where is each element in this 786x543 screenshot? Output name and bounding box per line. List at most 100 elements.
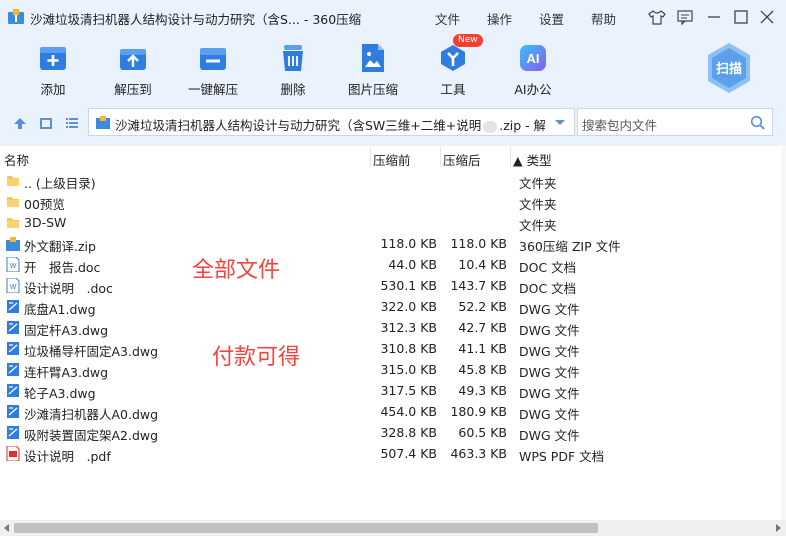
file-size-after: 143.7 KB [450, 278, 507, 293]
file-type: DWG 文件 [519, 428, 580, 443]
list-item[interactable]: 3D-SW 文件夹 [0, 212, 786, 233]
one-click-extract-button[interactable]: 一键解压 [175, 40, 251, 98]
search-icon[interactable] [750, 115, 765, 130]
column-type[interactable]: ▲ 类型 [513, 150, 552, 169]
delete-button[interactable]: 删除 [255, 40, 331, 98]
list-item[interactable]: 连杆臂A3.dwg 315.0 KB 45.8 KB DWG 文件 [0, 359, 786, 380]
list-item[interactable]: 外文翻译.zip 118.0 KB 118.0 KB 360压缩 ZIP 文件 [0, 233, 786, 254]
file-name: 底盘A1.dwg [24, 302, 96, 317]
pdf-icon [6, 446, 20, 461]
scroll-right-icon[interactable] [776, 524, 781, 532]
image-compress-button[interactable]: 图片压缩 [335, 40, 411, 98]
file-size-before: 44.0 KB [388, 257, 437, 272]
file-name: 外文翻译.zip [24, 239, 96, 254]
dwg-icon [7, 405, 19, 418]
add-button[interactable]: 添加 [15, 40, 91, 98]
search-box[interactable]: 搜索包内文件 [577, 108, 773, 136]
file-size-after: 180.9 KB [450, 404, 507, 419]
thumbnail-view-icon[interactable] [39, 117, 53, 130]
list-item[interactable]: 垃圾桶导杆固定A3.dwg 310.8 KB 41.1 KB DWG 文件 [0, 338, 786, 359]
chevron-down-icon[interactable] [554, 116, 566, 128]
file-name: 轮子A3.dwg [24, 386, 96, 401]
tools-button[interactable]: New 工具 [415, 34, 491, 98]
ai-glyph: AI [527, 51, 540, 66]
list-item[interactable]: W 设计说明 .doc 530.1 KB 143.7 KB DOC 文档 [0, 275, 786, 296]
folder-icon [7, 176, 19, 186]
skin-icon[interactable] [648, 8, 666, 26]
title-bar: 沙滩垃圾清扫机器人结构设计与动力研究（含S... - 360压缩 文件 操作 设… [0, 0, 786, 34]
trash-icon [283, 45, 303, 71]
search-input[interactable]: 搜索包内文件 [582, 115, 657, 134]
column-divider[interactable] [440, 147, 441, 167]
file-type: DWG 文件 [519, 386, 580, 401]
column-header: 名称 压缩前 压缩后 ▲ 类型 [0, 147, 786, 169]
file-name: .. (上级目录) [24, 176, 96, 191]
list-view-icon[interactable] [65, 117, 79, 130]
menu-settings[interactable]: 设置 [539, 9, 564, 28]
menu-operate[interactable]: 操作 [487, 9, 512, 28]
list-item[interactable]: 轮子A3.dwg 317.5 KB 49.3 KB DWG 文件 [0, 380, 786, 401]
vertical-scrollbar[interactable] [781, 147, 786, 520]
column-divider[interactable] [510, 147, 511, 167]
file-name: 00预览 [24, 197, 65, 212]
list-item[interactable]: 沙滩清扫机器人A0.dwg 454.0 KB 180.9 KB DWG 文件 [0, 401, 786, 422]
scrollbar-thumb[interactable] [14, 523, 598, 533]
add-icon [40, 47, 66, 70]
extract-to-button[interactable]: 解压到 [95, 40, 171, 98]
blur-mask [483, 120, 498, 133]
file-name: 吸附装置固定架A2.dwg [24, 428, 159, 443]
menu-help[interactable]: 帮助 [591, 9, 616, 28]
file-size-after: 10.4 KB [458, 257, 507, 272]
address-bar[interactable]: 沙滩垃圾清扫机器人结构设计与动力研究（含SW三维+二维+说明.zip - 解V [88, 108, 575, 136]
column-divider[interactable] [370, 147, 371, 167]
column-name[interactable]: 名称 [4, 150, 29, 169]
list-item[interactable]: W 开 报告.doc 44.0 KB 10.4 KB DOC 文档 [0, 254, 786, 275]
file-type: DWG 文件 [519, 344, 580, 359]
list-item[interactable]: 设计说明 .pdf 507.4 KB 463.3 KB WPS PDF 文档 [0, 443, 786, 464]
delete-label: 删除 [280, 82, 306, 97]
close-icon[interactable] [758, 8, 776, 26]
file-type: 文件夹 [519, 197, 557, 212]
file-type: DWG 文件 [519, 302, 580, 317]
feedback-icon[interactable] [676, 8, 694, 26]
add-label: 添加 [40, 82, 66, 97]
dwg-icon [7, 426, 19, 439]
archive-path-suffix: .zip - 解 [499, 118, 545, 133]
minimize-icon[interactable] [705, 8, 723, 26]
file-size-after: 463.3 KB [450, 446, 507, 461]
maximize-icon[interactable] [732, 8, 750, 26]
list-item[interactable]: 吸附装置固定架A2.dwg 328.8 KB 60.5 KB DWG 文件 [0, 422, 786, 443]
ai-office-icon: AI [520, 45, 546, 71]
file-name: 沙滩清扫机器人A0.dwg [24, 407, 159, 422]
horizontal-scrollbar[interactable] [0, 520, 786, 536]
menu-file[interactable]: 文件 [435, 9, 460, 28]
list-item[interactable]: 固定杆A3.dwg 312.3 KB 42.7 KB DWG 文件 [0, 317, 786, 338]
dwg-icon [7, 300, 19, 313]
file-size-before: 312.3 KB [380, 320, 437, 335]
svg-text:W: W [10, 263, 17, 270]
app-logo-icon [8, 9, 24, 24]
overlay-pay-to-get: 付款可得 [212, 345, 301, 370]
doc-icon: W [6, 278, 20, 293]
tools-label: 工具 [440, 82, 466, 97]
file-size-after: 118.0 KB [450, 236, 507, 251]
file-size-after: 52.2 KB [458, 299, 507, 314]
file-name: 固定杆A3.dwg [24, 323, 109, 338]
file-size-before: 454.0 KB [380, 404, 437, 419]
list-item[interactable]: .. (上级目录) 文件夹 [0, 170, 786, 191]
file-name: 连杆臂A3.dwg [24, 365, 109, 380]
ai-office-button[interactable]: AI AI办公 [495, 40, 571, 98]
file-name: 开 报告.doc [24, 260, 101, 275]
scan-button[interactable]: 扫描 [706, 42, 752, 94]
file-type: DWG 文件 [519, 407, 580, 422]
list-item[interactable]: 00预览 文件夹 [0, 191, 786, 212]
file-name: 3D-SW [24, 215, 67, 230]
column-size-after[interactable]: 压缩后 [443, 150, 481, 169]
one-click-extract-icon [200, 48, 226, 70]
list-item[interactable]: 底盘A1.dwg 322.0 KB 52.2 KB DWG 文件 [0, 296, 786, 317]
scroll-left-icon[interactable] [4, 524, 9, 532]
one-click-extract-label: 一键解压 [187, 82, 238, 97]
image-compress-icon [362, 44, 384, 72]
column-size-before[interactable]: 压缩前 [373, 150, 411, 169]
up-arrow-icon[interactable] [13, 117, 27, 130]
